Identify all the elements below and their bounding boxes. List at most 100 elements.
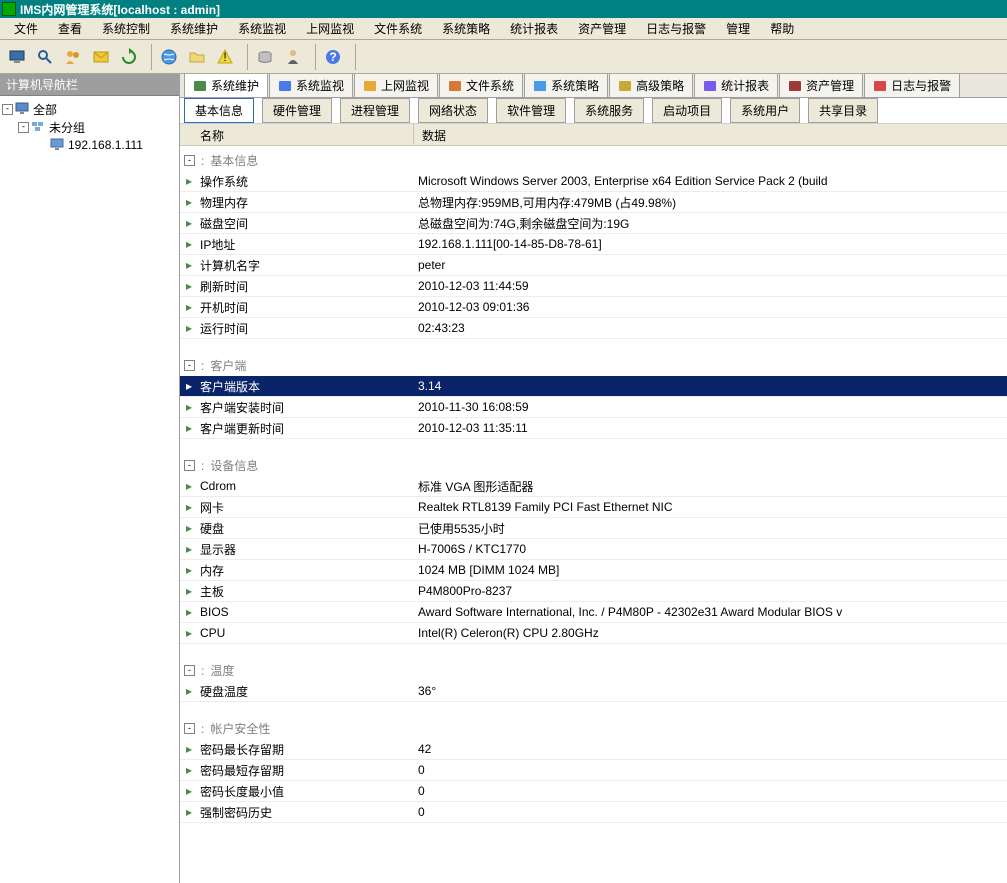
collapse-icon[interactable]: -: [184, 665, 195, 676]
collapse-icon[interactable]: -: [184, 155, 195, 166]
sub-tab-5[interactable]: 系统服务: [574, 98, 644, 123]
group-title: 温度: [210, 662, 234, 679]
sub-tab-3[interactable]: 网络状态: [418, 98, 488, 123]
tree-all[interactable]: - 全部: [2, 100, 177, 118]
top-tab-5[interactable]: 高级策略: [609, 74, 693, 97]
grid-body[interactable]: -:基本信息▸操作系统Microsoft Windows Server 2003…: [180, 146, 1007, 883]
data-row[interactable]: ▸刷新时间2010-12-03 11:44:59: [180, 276, 1007, 297]
data-row[interactable]: ▸计算机名字peter: [180, 255, 1007, 276]
data-row[interactable]: ▸Cdrom标准 VGA 图形适配器: [180, 476, 1007, 497]
group-header[interactable]: -:帐户安全性: [180, 714, 1007, 739]
menu-4[interactable]: 系统监视: [228, 18, 296, 39]
collapse-icon[interactable]: -: [184, 723, 195, 734]
sub-tab-7[interactable]: 系统用户: [730, 98, 800, 123]
row-name: BIOS: [198, 605, 414, 619]
data-row[interactable]: ▸运行时间02:43:23: [180, 318, 1007, 339]
sub-tab-4[interactable]: 软件管理: [496, 98, 566, 123]
expand-icon[interactable]: -: [18, 122, 29, 133]
data-row[interactable]: ▸显示器H-7006S / KTC1770: [180, 539, 1007, 560]
menu-2[interactable]: 系统控制: [92, 18, 160, 39]
tab-icon: [788, 79, 802, 93]
data-row[interactable]: ▸硬盘温度36°: [180, 681, 1007, 702]
collapse-icon[interactable]: -: [184, 360, 195, 371]
data-row[interactable]: ▸客户端安装时间2010-11-30 16:08:59: [180, 397, 1007, 418]
sub-tab-1[interactable]: 硬件管理: [262, 98, 332, 123]
menu-11[interactable]: 管理: [716, 18, 760, 39]
data-row[interactable]: ▸硬盘 已使用5535小时: [180, 518, 1007, 539]
top-tab-3[interactable]: 文件系统: [439, 74, 523, 97]
data-row[interactable]: ▸BIOSAward Software International, Inc. …: [180, 602, 1007, 623]
tb-db-icon[interactable]: [252, 44, 278, 70]
menu-0[interactable]: 文件: [4, 18, 48, 39]
menu-10[interactable]: 日志与报警: [636, 18, 716, 39]
tb-refresh-icon[interactable]: [116, 44, 142, 70]
group-header[interactable]: -:基本信息: [180, 146, 1007, 171]
menu-6[interactable]: 文件系统: [364, 18, 432, 39]
monitor-icon: [15, 102, 31, 116]
data-row[interactable]: ▸CPUIntel(R) Celeron(R) CPU 2.80GHz: [180, 623, 1007, 644]
tb-folder-icon[interactable]: [184, 44, 210, 70]
tab-icon: [873, 79, 887, 93]
top-tab-0[interactable]: 系统维护: [184, 74, 268, 98]
group-header[interactable]: -:温度: [180, 656, 1007, 681]
tb-person-icon[interactable]: [280, 44, 306, 70]
tab-icon: [363, 79, 377, 93]
data-row[interactable]: ▸客户端更新时间2010-12-03 11:35:11: [180, 418, 1007, 439]
expand-icon[interactable]: -: [2, 104, 13, 115]
tb-help-icon[interactable]: ?: [320, 44, 346, 70]
tree-ip-node[interactable]: 192.168.1.111: [2, 136, 177, 154]
group-header[interactable]: -:设备信息: [180, 451, 1007, 476]
data-row[interactable]: ▸密码长度最小值0: [180, 781, 1007, 802]
menu-5[interactable]: 上网监视: [296, 18, 364, 39]
data-row[interactable]: ▸内存1024 MB [DIMM 1024 MB]: [180, 560, 1007, 581]
data-row[interactable]: ▸网卡Realtek RTL8139 Family PCI Fast Ether…: [180, 497, 1007, 518]
tb-monitor-icon[interactable]: [4, 44, 30, 70]
sub-tab-8[interactable]: 共享目录: [808, 98, 878, 123]
data-row[interactable]: ▸IP地址192.168.1.111[00-14-85-D8-78-61]: [180, 234, 1007, 255]
col-name[interactable]: 名称: [180, 124, 414, 145]
menu-8[interactable]: 统计报表: [500, 18, 568, 39]
data-row[interactable]: ▸操作系统Microsoft Windows Server 2003, Ente…: [180, 171, 1007, 192]
tab-icon: [278, 79, 292, 93]
nav-tree[interactable]: - 全部 - 未分组 192.168.1.111: [0, 96, 179, 883]
menu-7[interactable]: 系统策略: [432, 18, 500, 39]
menu-3[interactable]: 系统维护: [160, 18, 228, 39]
sub-tab-0[interactable]: 基本信息: [184, 98, 254, 123]
top-tab-8[interactable]: 日志与报警: [864, 74, 960, 97]
data-row[interactable]: ▸开机时间2010-12-03 09:01:36: [180, 297, 1007, 318]
tb-mail-icon[interactable]: [88, 44, 114, 70]
row-value: 标准 VGA 图形适配器: [414, 478, 1007, 495]
title-text: IMS内网管理系统[localhost : admin]: [20, 1, 220, 18]
tb-users-icon[interactable]: [60, 44, 86, 70]
tree-ungrouped[interactable]: - 未分组: [2, 118, 177, 136]
sub-tab-2[interactable]: 进程管理: [340, 98, 410, 123]
menu-12[interactable]: 帮助: [760, 18, 804, 39]
top-tab-2[interactable]: 上网监视: [354, 74, 438, 97]
app-icon: [2, 2, 16, 16]
menu-1[interactable]: 查看: [48, 18, 92, 39]
data-row[interactable]: ▸主板P4M800Pro-8237: [180, 581, 1007, 602]
top-tab-7[interactable]: 资产管理: [779, 74, 863, 97]
data-row[interactable]: ▸物理内存总物理内存:959MB,可用内存:479MB (占49.98%): [180, 192, 1007, 213]
tree-label: 192.168.1.111: [68, 138, 143, 152]
data-row[interactable]: ▸密码最长存留期42: [180, 739, 1007, 760]
menu-9[interactable]: 资产管理: [568, 18, 636, 39]
group-header[interactable]: -:客户端: [180, 351, 1007, 376]
data-row[interactable]: ▸磁盘空间总磁盘空间为:74G,剩余磁盘空间为:19G: [180, 213, 1007, 234]
data-row[interactable]: ▸客户端版本3.14: [180, 376, 1007, 397]
tb-warning-icon[interactable]: !: [212, 44, 238, 70]
top-tab-1[interactable]: 系统监视: [269, 74, 353, 97]
top-tab-4[interactable]: 系统策略: [524, 74, 608, 97]
content: 系统维护系统监视上网监视文件系统系统策略高级策略统计报表资产管理日志与报警 基本…: [180, 74, 1007, 883]
arrow-icon: ▸: [180, 321, 198, 335]
tb-search-icon[interactable]: [32, 44, 58, 70]
sub-tab-6[interactable]: 启动项目: [652, 98, 722, 123]
tb-globe-icon[interactable]: [156, 44, 182, 70]
collapse-icon[interactable]: -: [184, 460, 195, 471]
row-name: 密码最短存留期: [198, 762, 414, 779]
data-row[interactable]: ▸密码最短存留期0: [180, 760, 1007, 781]
top-tab-6[interactable]: 统计报表: [694, 74, 778, 97]
arrow-icon: ▸: [180, 237, 198, 251]
data-row[interactable]: ▸强制密码历史0: [180, 802, 1007, 823]
col-data[interactable]: 数据: [414, 124, 1007, 145]
